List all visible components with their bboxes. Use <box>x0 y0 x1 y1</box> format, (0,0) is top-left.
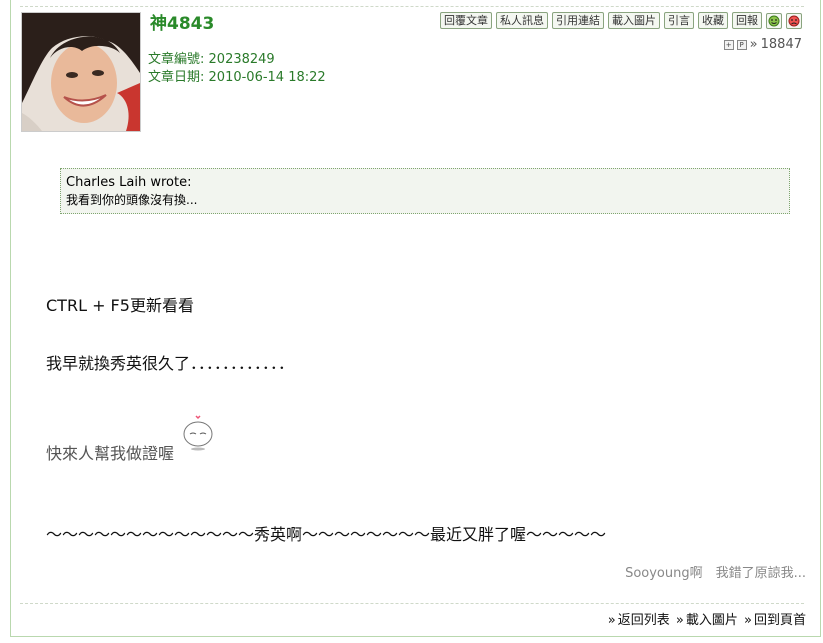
quote-box: Charles Laih wrote: 我看到你的頭像沒有換... <box>60 168 790 214</box>
body-line-3: 快來人幫我做證喔 <box>46 444 175 463</box>
footer-arrow: » <box>744 613 752 628</box>
post-date-label: 文章日期: <box>148 70 205 85</box>
like-icon[interactable] <box>766 12 782 29</box>
post-number-label: 文章編號: <box>148 52 205 67</box>
body-line-4: ～～～～～～～～～～～～～秀英啊～～～～～～～～最近又胖了喔～～～～～ <box>46 525 607 544</box>
post-date: 文章日期: 2010-06-14 18:22 <box>148 66 326 85</box>
post-date-value: 2010-06-14 18:22 <box>208 70 326 85</box>
top-divider <box>20 6 804 7</box>
favorite-button[interactable]: 收藏 <box>698 12 728 29</box>
body-line-2: 我早就換秀英很久了．．．．．．．．．．．． <box>46 354 295 373</box>
post-number: 文章編號: 20238249 <box>148 48 275 67</box>
body-line-1: CTRL + F5更新看看 <box>46 296 194 315</box>
report-button[interactable]: 回報 <box>732 12 762 29</box>
load-images-link[interactable]: 載入圖片 <box>686 613 738 628</box>
author-name[interactable]: 神4843 <box>150 9 214 34</box>
reply-post-button[interactable]: 回覆文章 <box>440 12 492 29</box>
back-to-list-link[interactable]: 返回列表 <box>618 613 670 628</box>
avatar[interactable] <box>21 12 141 132</box>
post-footer: » 返回列表 » 載入圖片 » 回到頁首 <box>606 609 806 628</box>
view-stats: + P » 18847 <box>723 37 802 52</box>
bottom-divider <box>20 603 804 604</box>
load-images-button[interactable]: 載入圖片 <box>608 12 660 29</box>
quote-text: 我看到你的頭像沒有換... <box>66 193 198 207</box>
avatar-image <box>22 13 140 131</box>
private-message-button[interactable]: 私人訊息 <box>496 12 548 29</box>
back-to-top-link[interactable]: 回到頁首 <box>754 613 806 628</box>
dislike-icon[interactable] <box>786 12 802 29</box>
cute-emoticon-icon <box>183 415 213 451</box>
expand-icon[interactable]: + <box>723 39 734 50</box>
post-toolbar: 回覆文章 私人訊息 引用連結 載入圖片 引言 收藏 回報 <box>440 12 802 29</box>
print-icon[interactable]: P <box>736 39 747 50</box>
quote-author: Charles Laih wrote: <box>66 175 192 190</box>
stats-arrow: » <box>749 37 758 52</box>
footer-arrow: » <box>675 613 684 628</box>
post-number-value: 20238249 <box>208 52 275 67</box>
signature: Sooyoung啊 我錯了原諒我... <box>625 566 806 581</box>
quote-button[interactable]: 引言 <box>664 12 694 29</box>
cite-link-button[interactable]: 引用連結 <box>552 12 604 29</box>
view-count: 18847 <box>760 37 802 52</box>
footer-arrow: » <box>607 613 616 628</box>
